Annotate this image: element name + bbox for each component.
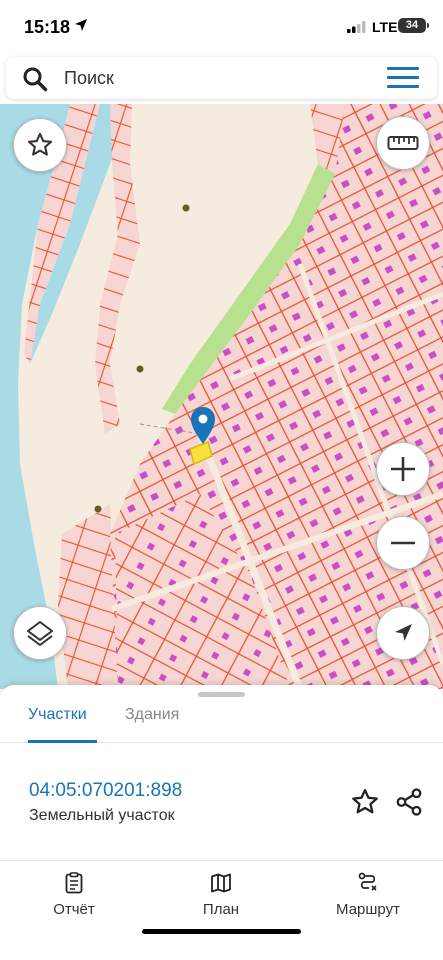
network-type: LTE <box>372 19 398 35</box>
search-input[interactable] <box>64 65 364 91</box>
zoom-out-button[interactable] <box>376 516 430 570</box>
menu-icon-bar <box>387 85 419 88</box>
layers-icon <box>27 621 53 646</box>
route-icon <box>358 872 377 891</box>
menu-icon-bar <box>387 67 419 70</box>
ruler-button[interactable] <box>376 116 430 170</box>
nav-route-label: Маршрут <box>336 901 400 918</box>
search-icon[interactable] <box>22 66 48 92</box>
report-icon <box>65 872 83 894</box>
navigation-arrow-icon <box>395 624 412 641</box>
cadastral-map[interactable] <box>0 104 443 689</box>
sheet-grabber[interactable] <box>198 692 245 697</box>
nav-report[interactable]: Отчёт <box>24 871 124 918</box>
share-icon[interactable] <box>394 787 424 817</box>
favorites-button[interactable] <box>13 118 67 172</box>
bottom-navigation: Отчёт План Маршрут <box>0 863 443 923</box>
status-bar: 15:18 LTE 34 <box>0 0 443 55</box>
ruler-icon <box>387 136 419 150</box>
menu-icon-bar <box>387 76 419 79</box>
layers-button[interactable] <box>13 606 67 660</box>
home-indicator <box>142 929 301 934</box>
location-arrow-icon <box>75 19 87 31</box>
bottom-sheet: Участки Здания 04:05:070201:898 Земельны… <box>0 685 443 960</box>
map-canvas[interactable] <box>0 104 443 689</box>
parcel-number[interactable]: 04:05:070201:898 <box>29 780 182 802</box>
tab-bar: Участки Здания <box>0 705 443 743</box>
zoom-in-button[interactable] <box>376 442 430 496</box>
tab-buildings[interactable]: Здания <box>125 705 179 743</box>
favorite-star-icon[interactable] <box>350 787 380 817</box>
battery-indicator: 34 <box>398 18 429 33</box>
plus-icon <box>391 457 415 481</box>
nav-plan[interactable]: План <box>171 871 271 918</box>
parcel-type: Земельный участок <box>29 807 175 824</box>
parcel-card[interactable]: 04:05:070201:898 Земельный участок <box>0 763 443 861</box>
nav-plan-label: План <box>202 901 240 918</box>
menu-button[interactable] <box>387 67 421 89</box>
tab-parcels[interactable]: Участки <box>28 705 97 743</box>
search-bar <box>6 57 437 99</box>
nav-report-label: Отчёт <box>53 901 95 918</box>
signal-icon <box>347 21 366 33</box>
star-icon <box>27 132 53 156</box>
nav-route[interactable]: Маршрут <box>318 871 418 918</box>
status-time: 15:18 <box>24 17 71 37</box>
map-icon <box>211 873 231 893</box>
my-location-button[interactable] <box>376 606 430 660</box>
minus-icon <box>391 541 415 545</box>
